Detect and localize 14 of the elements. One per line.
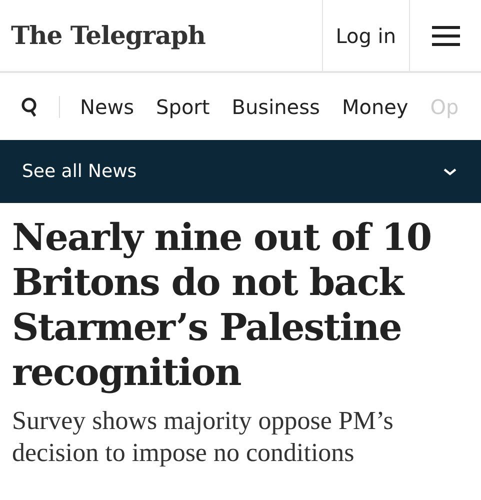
nav-link[interactable]: News bbox=[80, 94, 134, 118]
nav-link[interactable]: Sport bbox=[156, 94, 210, 118]
article-headline: Nearly nine out of 10 Britons do not back Starmer’s Palestine recognition bbox=[12, 215, 432, 395]
article-standfirst: Survey shows majority oppose PM’s decision to impose no conditions bbox=[12, 405, 394, 469]
login-link[interactable]: Log in bbox=[322, 0, 409, 71]
menu-icon bbox=[432, 26, 460, 46]
nav-link[interactable]: Money bbox=[342, 94, 408, 118]
nav-link[interactable]: Business bbox=[232, 94, 320, 118]
site-logo[interactable]: The Telegraph bbox=[0, 0, 322, 71]
search-icon bbox=[21, 96, 39, 116]
search-button[interactable] bbox=[21, 96, 39, 116]
chevron-down-icon bbox=[443, 168, 457, 176]
section-label: See all News bbox=[22, 161, 137, 182]
section-bar[interactable]: See all News bbox=[0, 140, 481, 203]
